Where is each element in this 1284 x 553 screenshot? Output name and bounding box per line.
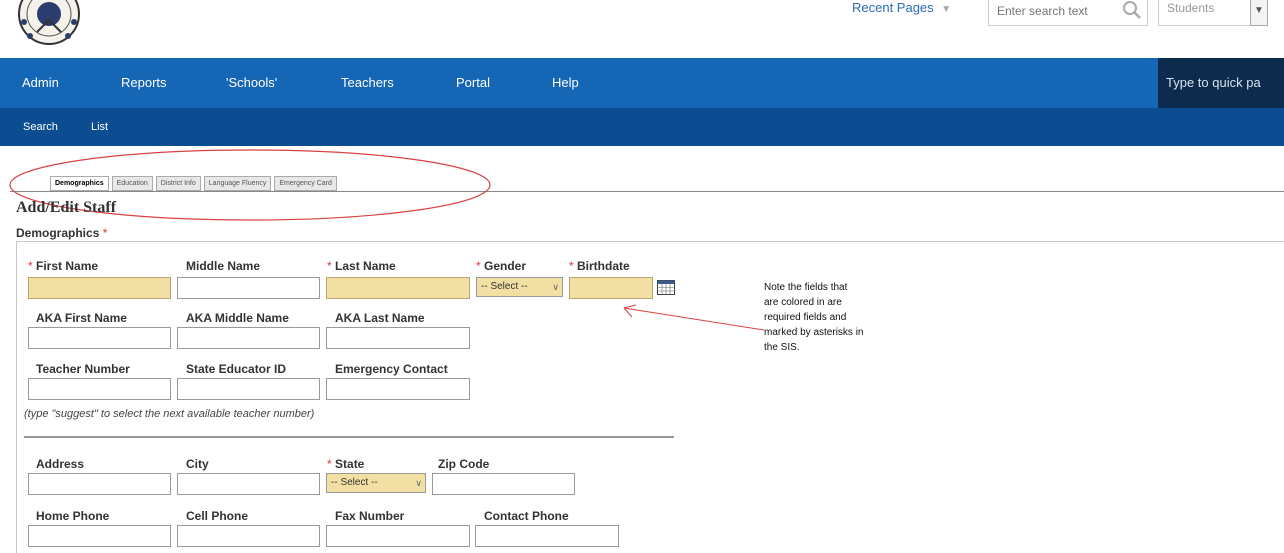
tab-language-fluency[interactable]: Language Fluency (203, 176, 272, 191)
fax-number-field[interactable] (326, 525, 470, 547)
tab-district-info[interactable]: District Info (155, 176, 201, 191)
teacher-number-field[interactable] (28, 378, 171, 400)
section-title-text: Demographics (16, 226, 100, 240)
nav-item-portal[interactable]: Portal (456, 58, 490, 108)
chevron-down-icon: ▼ (941, 4, 952, 15)
recent-pages-label: Recent Pages (852, 0, 934, 15)
address-label: Address (36, 457, 85, 471)
annotation-note-line: are colored in are (764, 297, 842, 308)
tab-strip: Demographics Education District Info Lan… (50, 176, 340, 192)
teacher-number-label: Teacher Number (36, 362, 130, 376)
gender-select[interactable]: -- Select -- ∨ (476, 277, 563, 297)
nav-item-help[interactable]: Help (552, 58, 579, 108)
annotation-note-line: marked by asterisks in (764, 327, 864, 338)
aka-middle-name-field[interactable] (177, 327, 320, 349)
middle-name-label: Middle Name (186, 259, 261, 273)
search-icon[interactable] (1122, 0, 1142, 20)
nav-item-schools[interactable]: 'Schools' (226, 58, 277, 108)
birthdate-label: * Birthdate (569, 259, 630, 273)
required-marker: * (569, 259, 574, 273)
tab-emergency-card[interactable]: Emergency Card (274, 176, 337, 191)
state-educator-id-field[interactable] (177, 378, 320, 400)
state-label: * State (327, 457, 364, 471)
fax-number-label: Fax Number (335, 509, 405, 523)
gender-select-value: -- Select -- (481, 281, 528, 292)
first-name-label-text: First Name (36, 259, 99, 273)
emergency-contact-field[interactable] (326, 378, 470, 400)
section-title: Demographics * (16, 226, 107, 240)
role-select-value: Students (1167, 1, 1215, 15)
emergency-contact-label: Emergency Contact (335, 362, 448, 376)
last-name-field[interactable] (326, 277, 470, 299)
first-name-label: * First Name (28, 259, 98, 273)
main-nav: Admin Reports 'Schools' Teachers Portal … (0, 58, 1284, 108)
nav-item-admin[interactable]: Admin (22, 58, 59, 108)
quick-search-input[interactable]: Type to quick pa (1158, 58, 1284, 108)
top-bar: Recent Pages ▼ Students ▼ (0, 0, 1284, 58)
required-marker: * (327, 457, 332, 471)
address-field[interactable] (28, 473, 171, 495)
school-seal-logo (18, 0, 80, 45)
aka-last-name-label: AKA Last Name (335, 311, 425, 325)
annotation-note-line: the SIS. (764, 342, 800, 353)
tabs-underline (10, 191, 1284, 192)
teacher-number-hint: (type "suggest" to select the next avail… (24, 408, 315, 420)
contact-phone-field[interactable] (475, 525, 619, 547)
middle-name-field[interactable] (177, 277, 320, 299)
required-marker: * (28, 259, 33, 273)
chevron-down-icon[interactable]: ▼ (1250, 0, 1268, 26)
tab-education[interactable]: Education (111, 176, 153, 191)
cell-phone-field[interactable] (177, 525, 320, 547)
aka-first-name-label: AKA First Name (36, 311, 127, 325)
tab-demographics[interactable]: Demographics (50, 176, 109, 191)
aka-last-name-field[interactable] (326, 327, 470, 349)
state-educator-id-label: State Educator ID (186, 362, 287, 376)
section-divider (24, 436, 674, 438)
subnav-item-search[interactable]: Search (23, 108, 58, 146)
required-marker: * (327, 259, 332, 273)
zip-code-label: Zip Code (438, 457, 490, 471)
home-phone-field[interactable] (28, 525, 171, 547)
last-name-label: * Last Name (327, 259, 396, 273)
home-phone-label: Home Phone (36, 509, 110, 523)
chevron-down-icon: ∨ (552, 282, 559, 292)
subnav-item-list[interactable]: List (91, 108, 108, 146)
aka-middle-name-label: AKA Middle Name (186, 311, 289, 325)
required-marker: * (102, 226, 108, 240)
calendar-icon[interactable] (657, 280, 675, 295)
city-label: City (186, 457, 209, 471)
page-title: Add/Edit Staff (16, 199, 117, 216)
city-field[interactable] (177, 473, 320, 495)
role-select[interactable]: Students (1158, 0, 1252, 26)
nav-item-teachers[interactable]: Teachers (341, 58, 394, 108)
annotation-note-line: Note the fields that (764, 282, 848, 293)
nav-item-reports[interactable]: Reports (121, 58, 167, 108)
state-select[interactable]: -- Select -- ∨ (326, 473, 426, 493)
sub-nav: Search List (0, 108, 1284, 146)
birthdate-field[interactable] (569, 277, 653, 299)
first-name-field[interactable] (28, 277, 171, 299)
last-name-label-text: Last Name (335, 259, 396, 273)
gender-label: * Gender (476, 259, 526, 273)
cell-phone-label: Cell Phone (186, 509, 249, 523)
birthdate-label-text: Birthdate (577, 259, 630, 273)
state-label-text: State (335, 457, 365, 471)
gender-label-text: Gender (484, 259, 527, 273)
chevron-down-icon: ∨ (415, 478, 422, 488)
required-marker: * (476, 259, 481, 273)
annotation-note: Note the fields that are colored in are … (764, 280, 924, 355)
state-select-value: -- Select -- (331, 477, 378, 488)
annotation-note-line: required fields and (764, 312, 847, 323)
contact-phone-label: Contact Phone (484, 509, 569, 523)
zip-code-field[interactable] (432, 473, 575, 495)
aka-first-name-field[interactable] (28, 327, 171, 349)
recent-pages-menu[interactable]: Recent Pages ▼ (852, 0, 951, 15)
